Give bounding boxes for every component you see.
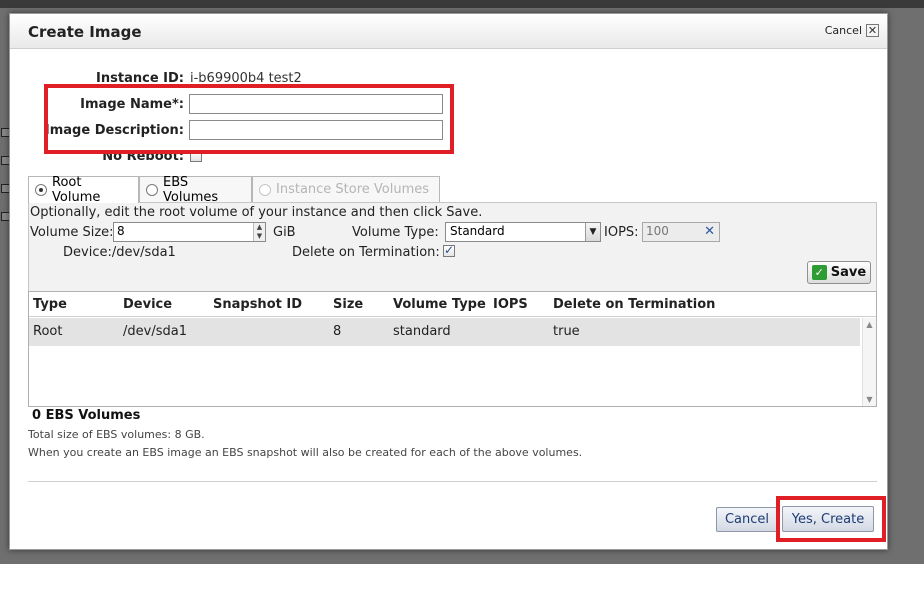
- background-bottom-strip: [0, 564, 924, 596]
- tab-ebs-volumes[interactable]: EBS Volumes: [139, 174, 252, 205]
- save-button[interactable]: ✓ Save: [807, 261, 871, 284]
- scroll-down-icon[interactable]: ▼: [863, 395, 876, 404]
- column-header-volume-type: Volume Type: [393, 297, 486, 312]
- root-volume-instructions: Optionally, edit the root volume of your…: [30, 205, 483, 220]
- volume-size-unit: GiB: [273, 225, 296, 240]
- header-cancel-button[interactable]: Cancel ✕: [825, 24, 879, 37]
- device-label: Device:/dev/sda1: [63, 245, 176, 260]
- delete-on-termination-checkbox[interactable]: [443, 243, 455, 257]
- create-image-dialog: Create Image Cancel ✕ Instance ID: i-b69…: [9, 13, 888, 550]
- radio-ebs-volumes[interactable]: [146, 183, 158, 196]
- highlight-box-image-fields: [44, 84, 454, 154]
- volume-type-label: Volume Type:: [352, 225, 439, 240]
- tab-instance-store-volumes-label: Instance Store Volumes: [276, 182, 430, 197]
- volume-size-value: 8: [117, 224, 125, 238]
- column-header-size: Size: [333, 297, 364, 312]
- cancel-button[interactable]: Cancel: [716, 507, 778, 532]
- cell-size: 8: [333, 324, 342, 339]
- cell-type: Root: [33, 324, 63, 339]
- iops-value: 100: [646, 224, 669, 238]
- iops-input: 100 ✕: [642, 222, 720, 242]
- cell-device: /dev/sda1: [123, 324, 187, 339]
- ebs-volume-count: 0 EBS Volumes: [32, 408, 141, 423]
- column-header-snapshot-id: Snapshot ID: [213, 297, 302, 312]
- radio-instance-store-volumes: [259, 183, 271, 196]
- footer-divider: [28, 481, 877, 482]
- cell-volume-type: standard: [393, 324, 451, 339]
- stepper-arrows-icon[interactable]: ▲ ▼: [253, 223, 265, 241]
- scroll-up-icon[interactable]: ▲: [863, 320, 876, 329]
- radio-root-volume[interactable]: [35, 184, 47, 196]
- volume-type-value: Standard: [450, 224, 505, 238]
- volume-size-stepper[interactable]: 8 ▲ ▼: [113, 222, 266, 242]
- volume-size-label: Volume Size:: [30, 225, 114, 240]
- total-size-note: Total size of EBS volumes: 8 GB.: [28, 428, 205, 441]
- tab-root-volume-label: Root Volume: [52, 175, 101, 205]
- dialog-title: Create Image: [28, 23, 142, 41]
- chevron-down-icon[interactable]: ▼: [585, 223, 600, 241]
- tab-ebs-volumes-label: EBS Volumes: [163, 174, 219, 205]
- volumes-table: Type Device Snapshot ID Size Volume Type…: [28, 291, 877, 407]
- table-header: Type Device Snapshot ID Size Volume Type…: [29, 292, 876, 317]
- cell-delete-on-termination: true: [553, 324, 580, 339]
- header-cancel-label: Cancel: [824, 24, 862, 37]
- column-header-iops: IOPS: [493, 297, 528, 312]
- root-volume-panel: Optionally, edit the root volume of your…: [28, 202, 877, 298]
- tab-instance-store-volumes: Instance Store Volumes: [252, 176, 440, 202]
- save-button-label: Save: [830, 265, 867, 280]
- background-top-bar: [0, 0, 924, 8]
- dialog-header: Create Image Cancel ✕: [10, 14, 887, 49]
- tab-root-volume[interactable]: Root Volume: [28, 175, 139, 205]
- delete-on-termination-label: Delete on Termination:: [292, 245, 440, 260]
- column-header-delete-on-termination: Delete on Termination: [553, 297, 716, 312]
- close-icon[interactable]: ✕: [866, 24, 879, 37]
- column-header-type: Type: [33, 297, 67, 312]
- highlight-box-create-button: [776, 496, 886, 542]
- clear-icon: ✕: [704, 224, 715, 239]
- column-header-device: Device: [123, 297, 173, 312]
- cancel-button-label: Cancel: [724, 512, 770, 527]
- table-scrollbar[interactable]: ▲ ▼: [862, 318, 876, 406]
- snapshot-note: When you create an EBS image an EBS snap…: [28, 446, 583, 459]
- table-row[interactable]: Root /dev/sda1 8 standard true: [29, 318, 860, 346]
- checkmark-icon: ✓: [811, 265, 827, 280]
- iops-label: IOPS:: [604, 225, 639, 240]
- volume-type-select[interactable]: Standard ▼: [445, 222, 601, 242]
